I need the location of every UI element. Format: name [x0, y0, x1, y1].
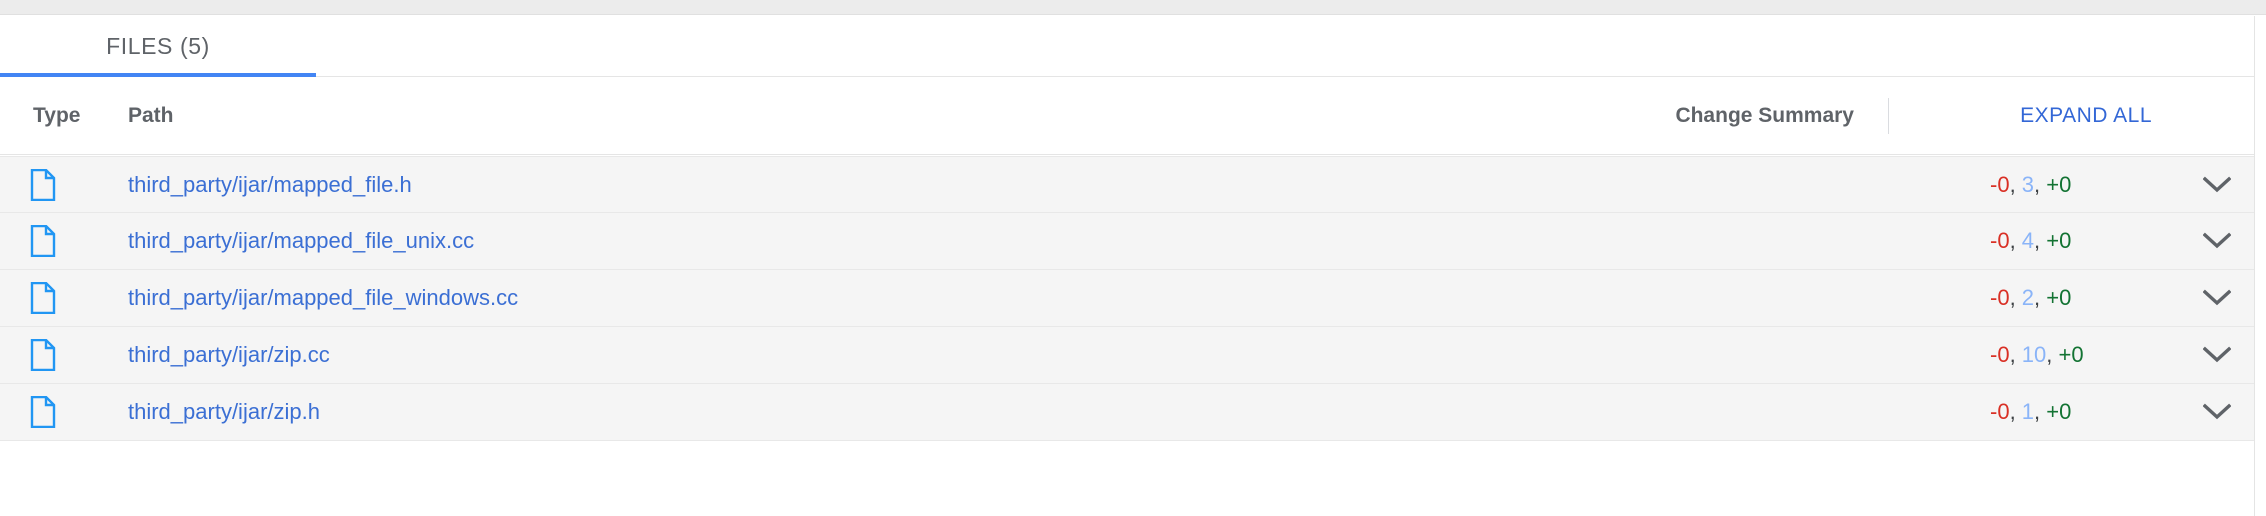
stat-separator-2: ,: [2046, 342, 2059, 367]
stat-added: +0: [2058, 342, 2084, 367]
file-path-link[interactable]: third_party/ijar/mapped_file_unix.cc: [128, 228, 474, 254]
stat-separator-1: ,: [2009, 228, 2022, 253]
stat-deleted: -0: [1990, 228, 2010, 253]
stat-deleted: -0: [1990, 342, 2010, 367]
column-header-change-summary: Change Summary: [1675, 104, 1854, 127]
tab-files-label: FILES (5): [106, 32, 210, 59]
files-panel: FILES (5) Type Path Change Summary EXPAN…: [0, 0, 2266, 516]
stat-modified: 2: [2021, 285, 2035, 310]
file-icon: [30, 395, 60, 429]
table-row[interactable]: third_party/ijar/mapped_file.h -0, 3, +0: [0, 156, 2254, 213]
column-header-type: Type: [33, 104, 81, 127]
stat-separator-2: ,: [2034, 171, 2047, 197]
table-row[interactable]: third_party/ijar/zip.h -0, 1, +0: [0, 384, 2254, 441]
change-bar: [1865, 177, 1945, 192]
chevron-down-icon[interactable]: [2200, 338, 2234, 372]
stat-modified: 3: [2021, 171, 2035, 197]
stat-added: +0: [2046, 399, 2072, 424]
change-stats: -0, 2, +0: [1990, 285, 2071, 311]
stat-modified: 4: [2021, 228, 2035, 253]
file-path-link[interactable]: third_party/ijar/mapped_file_windows.cc: [128, 285, 518, 311]
file-path-link[interactable]: third_party/ijar/zip.cc: [128, 342, 330, 368]
stat-added: +0: [2046, 228, 2072, 253]
file-list: third_party/ijar/mapped_file.h -0, 3, +0…: [0, 156, 2254, 441]
window-top-strip: [0, 0, 2266, 15]
tab-files[interactable]: FILES (5): [0, 16, 316, 76]
table-header: Type Path Change Summary EXPAND ALL: [0, 78, 2254, 155]
table-row[interactable]: third_party/ijar/zip.cc -0, 10, +0: [0, 327, 2254, 384]
stat-separator-1: ,: [2009, 285, 2022, 310]
panel-right-border: [2254, 16, 2255, 516]
header-divider: [1888, 98, 1889, 134]
change-stats: -0, 1, +0: [1990, 399, 2071, 425]
change-stats: -0, 3, +0: [1990, 172, 2071, 198]
stat-deleted: -0: [1990, 399, 2010, 424]
expand-all-button[interactable]: EXPAND ALL: [2020, 104, 2152, 128]
file-icon: [30, 168, 60, 202]
stat-separator-1: ,: [2009, 171, 2022, 197]
stat-modified: 1: [2021, 399, 2035, 424]
stat-modified: 10: [2021, 342, 2047, 367]
chevron-down-icon[interactable]: [2200, 224, 2234, 258]
change-bar: [1865, 405, 1945, 420]
stat-added: +0: [2046, 171, 2072, 197]
file-icon: [30, 224, 60, 258]
column-header-path: Path: [128, 104, 174, 127]
change-stats: -0, 4, +0: [1990, 228, 2071, 254]
chevron-down-icon[interactable]: [2200, 395, 2234, 429]
file-path-link[interactable]: third_party/ijar/mapped_file.h: [128, 172, 412, 198]
file-path-link[interactable]: third_party/ijar/zip.h: [128, 399, 320, 425]
stat-separator-2: ,: [2034, 285, 2047, 310]
stat-deleted: -0: [1990, 285, 2010, 310]
tab-bar: FILES (5): [0, 16, 2254, 77]
stat-separator-1: ,: [2009, 342, 2022, 367]
chevron-down-icon[interactable]: [2200, 281, 2234, 315]
stat-deleted: -0: [1990, 171, 2010, 197]
stat-separator-2: ,: [2034, 228, 2047, 253]
change-bar: [1865, 234, 1945, 249]
stat-added: +0: [2046, 285, 2072, 310]
file-icon: [30, 338, 60, 372]
tab-active-indicator: [0, 73, 316, 77]
change-bar: [1865, 348, 1945, 363]
table-row[interactable]: third_party/ijar/mapped_file_unix.cc -0,…: [0, 213, 2254, 270]
table-row[interactable]: third_party/ijar/mapped_file_windows.cc …: [0, 270, 2254, 327]
change-bar: [1865, 291, 1945, 306]
stat-separator-2: ,: [2034, 399, 2047, 424]
change-stats: -0, 10, +0: [1990, 342, 2084, 368]
stat-separator-1: ,: [2009, 399, 2022, 424]
chevron-down-icon[interactable]: [2200, 168, 2234, 202]
file-icon: [30, 281, 60, 315]
